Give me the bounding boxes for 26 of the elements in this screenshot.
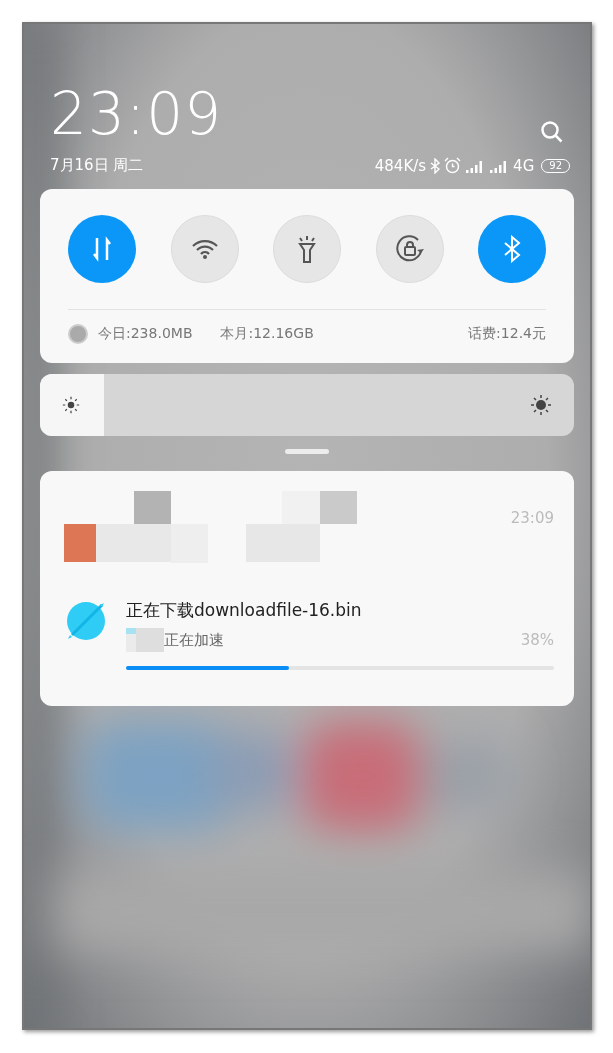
planet-icon [64, 599, 108, 643]
usage-indicator-icon [68, 324, 88, 344]
brightness-high-icon [530, 394, 552, 416]
download-percent: 38% [520, 631, 554, 649]
notification-card[interactable]: 23:09 正在下载downloadfile-16.bin 正在加速 38% [40, 471, 574, 706]
wifi-icon [190, 238, 219, 260]
phone-fee: 话费:12.4元 [468, 325, 546, 343]
notification-subtitle: 正在加速 [164, 630, 224, 650]
flashlight-icon [295, 234, 319, 264]
date-text: 7月16日 周二 [50, 156, 144, 175]
network-type: 4G [513, 156, 535, 175]
bluetooth-icon [430, 157, 441, 174]
notification-title: 正在下载downloadfile-16.bin [126, 599, 363, 622]
notification-time: 23:09 [510, 509, 554, 527]
brightness-slider[interactable] [40, 374, 574, 436]
bluetooth-icon [502, 235, 522, 263]
pixelated-mosaic-drawing [126, 628, 164, 652]
clock-time: 23:09 [50, 84, 223, 144]
network-speed: 484K/s [374, 156, 427, 175]
brightness-low-icon [62, 396, 80, 414]
drag-handle[interactable] [285, 449, 329, 454]
search-icon[interactable] [540, 120, 564, 144]
alarm-icon [444, 157, 462, 174]
usage-today: 今日:238.0MB [98, 325, 193, 343]
data-transfer-icon [91, 236, 113, 262]
usage-month: 本月:12.16GB [220, 325, 314, 343]
